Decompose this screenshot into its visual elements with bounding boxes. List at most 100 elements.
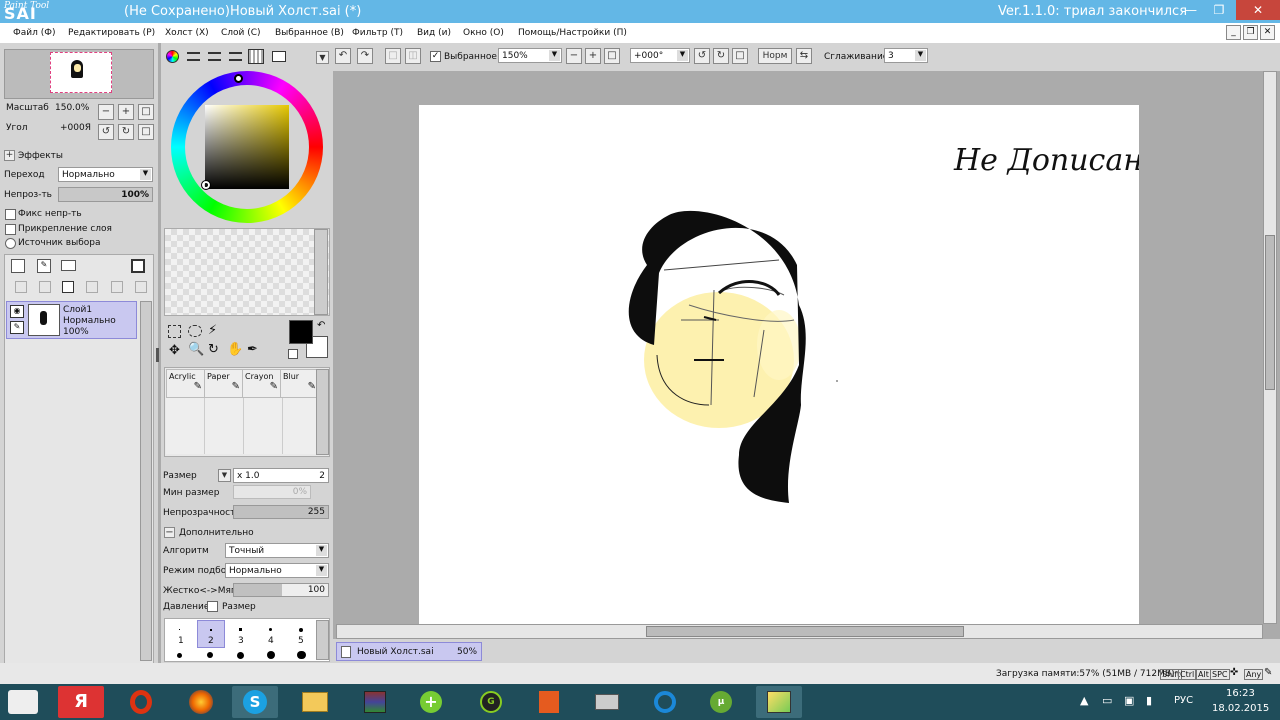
eyedropper-icon[interactable]: ✒ (247, 342, 258, 357)
size-dot-8[interactable] (237, 652, 244, 659)
blend-select[interactable]: Нормально ▼ (58, 167, 153, 182)
view-mode-button[interactable]: Норм (758, 48, 792, 64)
brush-acrylic[interactable]: Acrylic ✎ (166, 369, 205, 398)
zoom-select[interactable]: 150% ▼ (498, 48, 562, 63)
menu-help[interactable]: Помощь/Настройки (П) (518, 28, 627, 38)
color-preview-tab-icon[interactable] (272, 51, 286, 62)
canvas-paper[interactable]: Не Дописано (419, 105, 1161, 624)
brush-paper[interactable]: Paper ✎ (204, 369, 243, 398)
new-layer-icon[interactable] (11, 259, 25, 273)
maximize-button[interactable]: ❐ (1206, 0, 1232, 20)
lasso-icon[interactable] (188, 325, 202, 337)
min-size-slider[interactable]: 0% (233, 485, 311, 499)
saturation-value-square[interactable] (205, 105, 289, 189)
size-scrollbar[interactable] (316, 620, 329, 660)
swatches-tab-icon[interactable] (229, 52, 242, 61)
size-dot-7[interactable] (207, 652, 213, 658)
clip-layer-checkbox[interactable] (5, 224, 16, 235)
size-dot-6[interactable] (177, 653, 182, 658)
pressure-size-checkbox[interactable] (207, 601, 218, 612)
size-mult-chevron-icon[interactable]: ▼ (218, 469, 231, 482)
tray-time[interactable]: 16:23 (1226, 688, 1255, 699)
scratchpad-scrollbar[interactable] (314, 229, 328, 315)
size-dot-9[interactable] (267, 651, 275, 659)
winrar-icon[interactable] (352, 686, 398, 718)
swap-colors-icon[interactable]: ↶ (317, 320, 325, 331)
advanced-collapse-icon[interactable]: − (164, 527, 175, 538)
smoothing-select[interactable]: 3 ▼ (884, 48, 928, 63)
minimize-button[interactable]: — (1178, 0, 1204, 20)
brush-blur[interactable]: Blur ✎ (280, 369, 319, 398)
hsv-slider-tab-icon[interactable] (208, 52, 221, 61)
deselect-icon[interactable]: □ (385, 48, 401, 64)
canvas-vscroll-thumb[interactable] (1265, 235, 1275, 390)
size-dot-1[interactable] (179, 629, 180, 630)
zoom-value[interactable]: 150.0% (55, 103, 89, 113)
panel-splitter-handle[interactable] (156, 348, 159, 362)
close-button[interactable]: ✕ (1236, 0, 1280, 20)
doc-close-button[interactable]: ✕ (1260, 25, 1275, 40)
zoom-tool-icon[interactable]: 🔍 (188, 342, 204, 357)
merge-visible-icon[interactable] (111, 281, 123, 293)
rectangle-select-icon[interactable] (168, 325, 181, 338)
selection-checkbox[interactable]: ✓ (430, 51, 441, 62)
size-dot-4[interactable] (269, 628, 272, 631)
selection-source-radio[interactable] (5, 238, 16, 249)
rotate-reset-button[interactable]: □ (138, 124, 154, 140)
yandex-browser-icon[interactable]: Я (58, 686, 104, 718)
utorrent-icon[interactable]: µ (698, 686, 744, 718)
size-field[interactable]: x 1.0 2 (233, 468, 329, 483)
menu-view[interactable]: Вид (и) (417, 28, 451, 38)
canvas-tab[interactable]: Новый Холст.sai 50% (336, 642, 482, 661)
merge-down-icon[interactable] (39, 281, 51, 293)
eye-icon[interactable]: ◉ (10, 305, 24, 318)
doc-minimize-button[interactable]: _ (1226, 25, 1241, 40)
zoom-in-button[interactable]: + (118, 104, 134, 120)
fix-opacity-checkbox[interactable] (5, 209, 16, 220)
layer-row[interactable]: ◉ ✎ Слой1 Нормально 100% (6, 301, 137, 339)
opacity-slider[interactable]: 100% (58, 187, 153, 202)
hue-picker-handle[interactable] (234, 74, 243, 83)
invert-select-icon[interactable]: ◫ (405, 48, 421, 64)
scratchpad[interactable] (164, 228, 330, 316)
ccleaner-icon[interactable] (642, 686, 688, 718)
delete-layer-icon[interactable] (86, 281, 98, 293)
menu-canvas[interactable]: Холст (Х) (165, 28, 209, 38)
zoom-reset-toolbar-button[interactable]: □ (604, 48, 620, 64)
flip-icon[interactable]: ⇆ (796, 48, 812, 64)
panel-menu-chevron-icon[interactable]: ▼ (316, 51, 329, 64)
zoom-out-toolbar-button[interactable]: − (566, 48, 582, 64)
menu-window[interactable]: Окно (О) (463, 28, 504, 38)
rotate-left-button[interactable]: ↺ (98, 124, 114, 140)
menu-selection[interactable]: Выбранное (В) (275, 28, 344, 38)
layer-mask-icon[interactable] (131, 259, 145, 273)
tray-signal-icon[interactable]: ▮ (1146, 694, 1152, 707)
angle-value[interactable]: +000Я (60, 123, 91, 133)
navigator-preview[interactable] (4, 49, 154, 99)
transfer-down-icon[interactable] (15, 281, 27, 293)
canvas-viewport[interactable]: Не Дописано (335, 71, 1263, 624)
new-vector-layer-icon[interactable]: ✎ (37, 259, 51, 273)
tray-date[interactable]: 18.02.2015 (1212, 703, 1269, 714)
skype-icon[interactable]: S (232, 686, 278, 718)
zoom-in-toolbar-button[interactable]: + (585, 48, 601, 64)
magic-wand-icon[interactable]: ⚡ (208, 323, 217, 338)
transparent-color-icon[interactable] (288, 349, 298, 359)
scratchpad-tab-icon[interactable] (248, 49, 264, 64)
undo-icon[interactable]: ↶ (335, 48, 351, 64)
zoom-reset-button[interactable]: □ (138, 104, 154, 120)
merge-all-icon[interactable] (135, 281, 147, 293)
g-app-icon[interactable]: G (468, 686, 514, 718)
canvas-hscrollbar[interactable] (336, 624, 1263, 639)
size-dot-5[interactable] (299, 628, 303, 632)
tray-display-icon[interactable]: ▣ (1124, 694, 1134, 707)
brush-crayon[interactable]: Crayon ✎ (242, 369, 281, 398)
rotate-left-toolbar-icon[interactable]: ↺ (694, 48, 710, 64)
color-wheel-tab-icon[interactable] (166, 50, 179, 63)
effects-expand-icon[interactable]: + (4, 150, 15, 161)
density-slider[interactable]: 255 (233, 505, 329, 519)
angle-select[interactable]: +000° ▼ (630, 48, 690, 63)
brush-scrollbar[interactable] (316, 369, 329, 455)
brush-lock-icon[interactable]: ✎ (10, 321, 24, 334)
size-dot-10[interactable] (297, 651, 306, 659)
